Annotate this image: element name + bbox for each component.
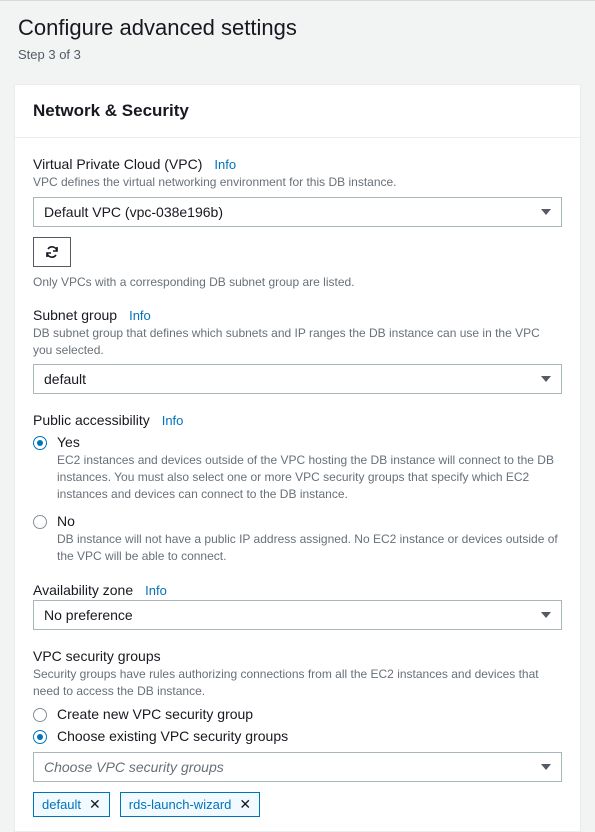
vpc-helper: Only VPCs with a corresponding DB subnet… — [33, 275, 562, 289]
vpc-label-row: Virtual Private Cloud (VPC) Info — [33, 156, 562, 172]
sg-desc: Security groups have rules authorizing c… — [33, 666, 562, 700]
panel-body: Virtual Private Cloud (VPC) Info VPC def… — [15, 138, 580, 831]
vpc-select-value: Default VPC (vpc-038e196b) — [44, 204, 223, 220]
step-indicator: Step 3 of 3 — [18, 47, 577, 62]
public-label: Public accessibility — [33, 412, 150, 428]
subnet-desc: DB subnet group that defines which subne… — [33, 325, 562, 359]
radio-icon — [33, 730, 47, 744]
vpc-refresh-button[interactable] — [33, 237, 71, 267]
vpc-info-link[interactable]: Info — [214, 157, 236, 172]
public-label-row: Public accessibility Info — [33, 412, 562, 428]
az-label: Availability zone — [33, 582, 133, 598]
radio-desc: DB instance will not have a public IP ad… — [57, 531, 562, 565]
vpc-label: Virtual Private Cloud (VPC) — [33, 156, 202, 172]
page-title: Configure advanced settings — [18, 15, 577, 41]
chevron-down-icon — [541, 209, 551, 215]
public-radio-group: Yes EC2 instances and devices outside of… — [33, 434, 562, 564]
vpc-field: Virtual Private Cloud (VPC) Info VPC def… — [33, 156, 562, 289]
close-icon[interactable]: ✕ — [89, 797, 101, 811]
az-select[interactable]: No preference — [33, 600, 562, 630]
subnet-info-link[interactable]: Info — [129, 308, 151, 323]
subnet-select[interactable]: default — [33, 364, 562, 394]
az-field: Availability zone Info No preference — [33, 582, 562, 630]
vpc-desc: VPC defines the virtual networking envir… — [33, 174, 562, 191]
sg-tag: default ✕ — [33, 792, 110, 817]
radio-icon — [33, 515, 47, 529]
refresh-icon — [44, 244, 60, 260]
vpc-select[interactable]: Default VPC (vpc-038e196b) — [33, 197, 562, 227]
sg-field: VPC security groups Security groups have… — [33, 648, 562, 817]
chevron-down-icon — [541, 612, 551, 618]
az-label-row: Availability zone Info — [33, 582, 562, 598]
radio-desc: EC2 instances and devices outside of the… — [57, 452, 562, 502]
panel-title: Network & Security — [33, 101, 562, 121]
tag-label: default — [42, 797, 81, 812]
sg-select[interactable]: Choose VPC security groups — [33, 752, 562, 782]
public-radio-yes[interactable]: Yes EC2 instances and devices outside of… — [33, 434, 562, 502]
page-header: Configure advanced settings Step 3 of 3 — [0, 0, 595, 72]
panel-header: Network & Security — [15, 85, 580, 138]
radio-label: Yes — [57, 434, 562, 450]
close-icon[interactable]: ✕ — [239, 797, 251, 811]
sg-label-row: VPC security groups — [33, 648, 562, 664]
public-field: Public accessibility Info Yes EC2 instan… — [33, 412, 562, 564]
sg-select-placeholder: Choose VPC security groups — [44, 759, 224, 775]
sg-radio-group: Create new VPC security group Choose exi… — [33, 706, 562, 744]
sg-tag: rds-launch-wizard ✕ — [120, 792, 260, 817]
az-select-value: No preference — [44, 607, 133, 623]
radio-icon — [33, 708, 47, 722]
radio-label: Choose existing VPC security groups — [57, 728, 288, 744]
az-info-link[interactable]: Info — [145, 583, 167, 598]
chevron-down-icon — [541, 764, 551, 770]
sg-label: VPC security groups — [33, 648, 161, 664]
subnet-label: Subnet group — [33, 307, 117, 323]
radio-icon — [33, 436, 47, 450]
network-security-panel: Network & Security Virtual Private Cloud… — [14, 84, 581, 832]
subnet-select-value: default — [44, 371, 86, 387]
sg-radio-existing[interactable]: Choose existing VPC security groups — [33, 728, 562, 744]
public-info-link[interactable]: Info — [162, 413, 184, 428]
radio-label: No — [57, 513, 562, 529]
sg-tags-row: default ✕ rds-launch-wizard ✕ — [33, 792, 562, 817]
chevron-down-icon — [541, 376, 551, 382]
tag-label: rds-launch-wizard — [129, 797, 232, 812]
subnet-field: Subnet group Info DB subnet group that d… — [33, 307, 562, 395]
public-radio-no[interactable]: No DB instance will not have a public IP… — [33, 513, 562, 565]
subnet-label-row: Subnet group Info — [33, 307, 562, 323]
